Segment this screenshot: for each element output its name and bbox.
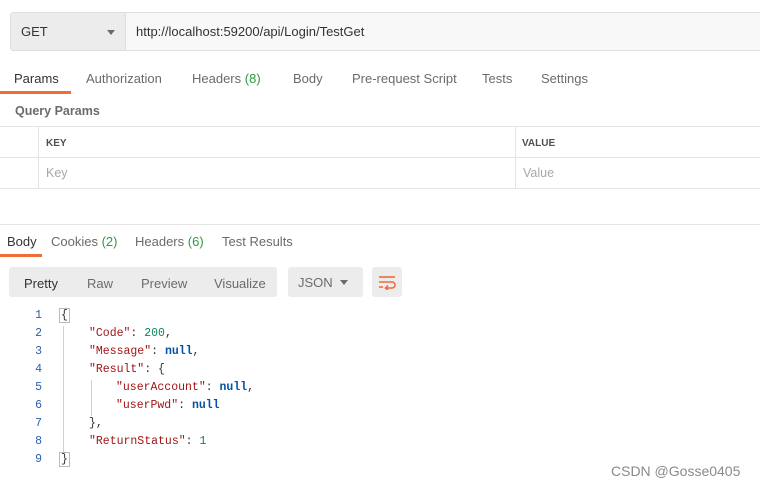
json-key: "userAccount" (116, 381, 206, 394)
tab-headers[interactable]: Headers (8) (192, 71, 261, 86)
code-line: "userAccount": null, (116, 381, 255, 394)
view-visualize-button[interactable]: Visualize (214, 276, 266, 291)
line-number: 1 (35, 309, 42, 322)
tab-label: Test Results (222, 234, 293, 249)
line-number: 2 (35, 327, 42, 340)
json-key: "userPwd" (116, 399, 179, 412)
column-header-value: VALUE (522, 138, 556, 149)
tab-label: Authorization (86, 71, 162, 86)
line-number: 4 (35, 363, 42, 376)
chevron-down-icon (107, 30, 115, 35)
json-key: "ReturnStatus" (89, 435, 186, 448)
code-line: "userPwd": null (116, 399, 220, 412)
tab-settings[interactable]: Settings (541, 71, 588, 86)
view-raw-button[interactable]: Raw (87, 276, 113, 291)
response-tab-cookies[interactable]: Cookies (2) (51, 234, 117, 249)
value-input[interactable]: Value (523, 166, 554, 180)
response-divider (0, 224, 760, 225)
json-value: null (219, 381, 248, 394)
line-number: 8 (35, 435, 42, 448)
tab-label: Headers (135, 234, 185, 249)
indent-guide (91, 380, 92, 416)
tab-label: Pre-request Script (352, 71, 457, 86)
tab-count: (8) (244, 71, 261, 86)
tab-label: Tests (482, 71, 513, 86)
json-value: null (164, 345, 193, 358)
line-number: 7 (35, 417, 42, 430)
json-value: 1 (199, 435, 207, 448)
method-select[interactable]: GET (11, 13, 126, 50)
url-input[interactable]: http://localhost:59200/api/Login/TestGet (126, 13, 760, 50)
query-params-title: Query Params (15, 104, 100, 118)
json-value: 200 (144, 327, 165, 340)
request-url-bar: GET http://localhost:59200/api/Login/Tes… (10, 12, 760, 51)
tab-params[interactable]: Params (14, 71, 59, 86)
response-tab-headers[interactable]: Headers (6) (135, 234, 204, 249)
chevron-down-icon (340, 280, 348, 285)
json-key: "Result" (89, 363, 145, 376)
tab-body[interactable]: Body (293, 71, 323, 86)
divider (0, 188, 760, 189)
format-select[interactable]: JSON (288, 267, 363, 297)
watermark: CSDN @Gosse0405 (611, 463, 741, 479)
divider (38, 126, 39, 188)
active-response-tab-indicator (0, 254, 42, 257)
tab-label: Body (293, 71, 323, 86)
tab-label: Headers (192, 71, 242, 86)
tab-authorization[interactable]: Authorization (86, 71, 162, 86)
code-line: }, (89, 417, 103, 430)
response-tab-test-results[interactable]: Test Results (222, 234, 293, 249)
tab-pre-request-script[interactable]: Pre-request Script (352, 71, 457, 86)
line-number: 5 (35, 381, 42, 394)
code-line: } (59, 452, 70, 467)
line-number: 3 (35, 345, 42, 358)
tab-count: (2) (101, 234, 118, 249)
wrap-lines-button[interactable] (372, 267, 402, 297)
active-tab-indicator (0, 91, 71, 94)
code-line: { (59, 308, 70, 323)
wrap-lines-icon (379, 276, 396, 290)
tab-label: Params (14, 71, 59, 86)
method-label: GET (21, 24, 48, 39)
json-value: null (191, 399, 220, 412)
code-line: "Result": { (89, 363, 165, 376)
divider (515, 126, 516, 188)
divider (0, 157, 760, 158)
indent-guide (63, 326, 64, 452)
line-number: 9 (35, 453, 42, 466)
tab-label: Cookies (51, 234, 98, 249)
json-key: "Code" (89, 327, 131, 340)
key-input[interactable]: Key (46, 166, 68, 180)
divider (0, 126, 760, 127)
code-line: "Code": 200, (89, 327, 172, 340)
view-pretty-button[interactable]: Pretty (24, 276, 58, 291)
column-header-key: KEY (46, 138, 67, 149)
tab-label: Settings (541, 71, 588, 86)
tab-count: (6) (187, 234, 204, 249)
response-tab-body[interactable]: Body (7, 234, 37, 249)
tab-tests[interactable]: Tests (482, 71, 512, 86)
json-key: "Message" (89, 345, 152, 358)
url-text: http://localhost:59200/api/Login/TestGet (136, 24, 365, 39)
format-label: JSON (298, 274, 333, 290)
tab-label: Body (7, 234, 37, 249)
code-line: "Message": null, (89, 345, 200, 358)
view-preview-button[interactable]: Preview (141, 276, 187, 291)
code-line: "ReturnStatus": 1 (89, 435, 207, 448)
line-number: 6 (35, 399, 42, 412)
